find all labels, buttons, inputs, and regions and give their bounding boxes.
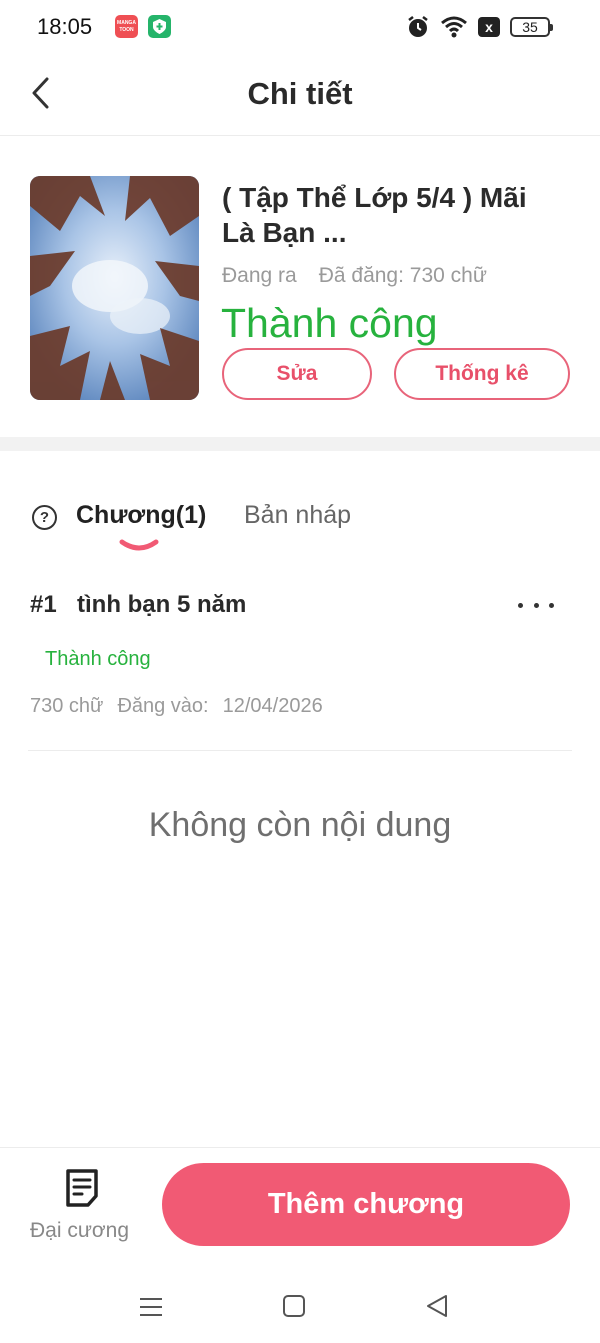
- empty-state-message: Không còn nội dung: [148, 806, 452, 844]
- chapter-number: #1: [30, 591, 57, 618]
- active-tab-indicator: [119, 539, 159, 551]
- status-icons: x 35: [406, 14, 553, 40]
- wifi-icon: [441, 16, 467, 38]
- status-time: 18:05: [37, 14, 93, 39]
- chapter-status: Thành công: [45, 648, 151, 670]
- book-meta: Đang ra Đã đăng: 730 chữ: [222, 264, 487, 288]
- help-icon[interactable]: ?: [32, 505, 57, 530]
- shield-app-icon: [148, 15, 171, 38]
- recent-apps-icon[interactable]: [139, 1296, 163, 1318]
- page-title: Chi tiết: [247, 76, 353, 111]
- chapter-date: 12/04/2026: [222, 695, 323, 717]
- home-icon[interactable]: [283, 1295, 305, 1317]
- sim-icon: x: [478, 17, 500, 37]
- statistics-button[interactable]: Thống kê: [394, 348, 570, 400]
- mangatoon-app-icon: MANGA TOON: [115, 15, 138, 38]
- battery-icon: 35: [510, 17, 553, 37]
- chapter-words: 730 chữ: [30, 695, 104, 717]
- chapter-published-label: Đăng vào:: [117, 695, 209, 717]
- alarm-icon: [408, 16, 428, 37]
- tab-chapters[interactable]: Chương(1): [76, 501, 206, 530]
- status-bar: 18:05 MANGA TOON x 35: [0, 0, 600, 54]
- outline-label: Đại cương: [30, 1219, 130, 1242]
- app-header: Chi tiết: [0, 54, 600, 136]
- chapter-name: tình bạn 5 năm: [77, 591, 247, 618]
- document-list-icon: [66, 1169, 98, 1207]
- book-cover[interactable]: [30, 176, 199, 400]
- book-status: Thành công: [221, 300, 438, 346]
- tab-drafts[interactable]: Bản nháp: [244, 501, 351, 530]
- more-options-button[interactable]: [518, 594, 554, 616]
- add-chapter-button[interactable]: Thêm chương: [162, 1163, 570, 1246]
- section-divider: [0, 437, 600, 451]
- row-divider: [28, 750, 572, 751]
- book-state: Đang ra: [222, 264, 297, 287]
- edit-button[interactable]: Sửa: [222, 348, 372, 400]
- nav-back-icon[interactable]: [425, 1294, 449, 1318]
- book-word-count: Đã đăng: 730 chữ: [318, 264, 487, 287]
- book-title: ( Tập Thể Lớp 5/4 ) Mãi Là Bạn ...: [222, 182, 527, 248]
- chapter-meta: 730 chữ Đăng vào: 12/04/2026: [30, 695, 323, 718]
